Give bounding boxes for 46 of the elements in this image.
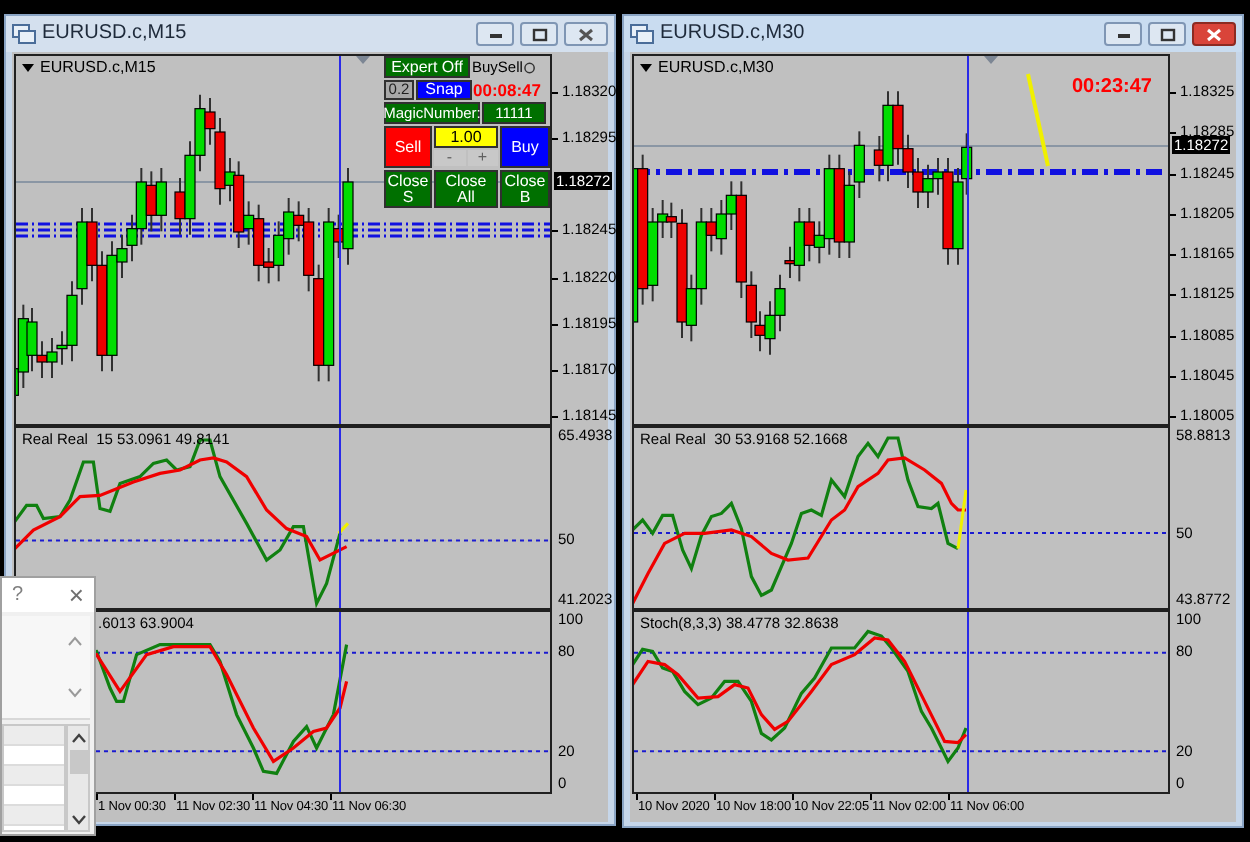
window-icon <box>630 24 654 44</box>
trade-button[interactable]: Snap <box>416 80 472 100</box>
trade-button[interactable]: Buy <box>500 126 550 168</box>
maximize-button[interactable] <box>520 22 558 46</box>
shift-marker-icon <box>984 56 998 64</box>
maximize-button[interactable] <box>1148 22 1186 46</box>
trend-line <box>1026 73 1050 167</box>
symbol-label: EURUSD.c,M15 <box>40 60 156 76</box>
countdown-timer: 00:23:47 <box>1071 78 1152 98</box>
minimize-icon <box>1115 28 1131 40</box>
increase-button[interactable]: + <box>467 150 498 166</box>
close-button[interactable]: × <box>68 582 84 608</box>
window-title: EURUSD.c,M15 <box>42 24 187 44</box>
scrollbar[interactable] <box>66 724 90 832</box>
decrease-button[interactable]: - <box>434 150 465 166</box>
trade-button[interactable]: Close B <box>500 170 550 208</box>
shift-marker-icon <box>356 56 370 64</box>
minimize-button[interactable] <box>476 22 514 46</box>
trade-button[interactable]: Expert Off <box>384 56 470 78</box>
scroll-down-icon[interactable] <box>71 814 85 826</box>
help-button[interactable]: ? <box>12 585 24 605</box>
dropdown-caret-icon <box>22 64 34 72</box>
trade-button[interactable]: Close All <box>434 170 498 208</box>
close-icon <box>578 27 594 41</box>
chevron-down-icon[interactable] <box>68 688 82 698</box>
close-button[interactable] <box>1192 22 1236 46</box>
trend-line <box>337 522 350 535</box>
dropdown-caret-icon <box>640 64 652 72</box>
close-button[interactable] <box>564 22 608 46</box>
trend-line <box>956 489 968 549</box>
window-title: EURUSD.c,M30 <box>660 24 805 44</box>
lot-size-field[interactable]: 1.00 <box>434 126 498 148</box>
circle-icon <box>524 61 536 73</box>
countdown-timer: 00:08:47 <box>474 80 540 100</box>
scroll-up-icon[interactable] <box>71 732 85 744</box>
chevron-up-icon[interactable] <box>68 636 82 646</box>
symbol-label: EURUSD.c,M30 <box>658 60 774 76</box>
scroll-thumb[interactable] <box>69 750 87 774</box>
trade-button[interactable]: Sell <box>384 126 432 168</box>
minimize-button[interactable] <box>1104 22 1142 46</box>
minimize-icon <box>487 28 503 40</box>
trade-button[interactable]: Close S <box>384 170 432 208</box>
maximize-icon <box>1159 27 1175 41</box>
window-icon <box>12 24 36 44</box>
close-icon <box>1206 27 1222 41</box>
maximize-icon <box>531 27 547 41</box>
